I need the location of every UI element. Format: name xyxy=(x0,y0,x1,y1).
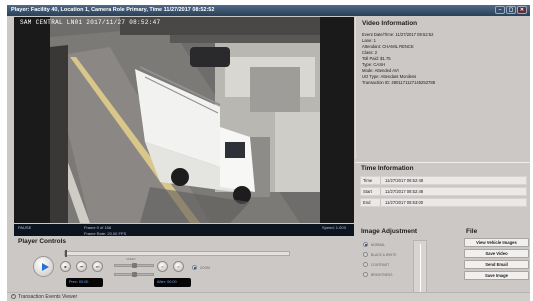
save-image-button[interactable]: Save Image xyxy=(464,271,529,280)
transaction-events-label: Transaction Events Viewer xyxy=(18,294,78,300)
step-forward-button[interactable]: ⏭ xyxy=(92,261,103,272)
player-controls-title: Player Controls xyxy=(18,238,67,245)
radio-contrast[interactable]: CONTRAST xyxy=(363,262,389,267)
close-button[interactable]: ✕ xyxy=(517,6,527,14)
adjustment-slider[interactable] xyxy=(413,240,427,296)
radio-dot-icon xyxy=(363,262,368,267)
step-back-button[interactable]: ⏮ xyxy=(76,261,87,272)
radio-normal[interactable]: NORMAL xyxy=(363,242,385,247)
radio-label: BLACK & WHITE xyxy=(371,252,397,257)
save-video-button[interactable]: Save Video xyxy=(464,249,529,258)
timeline-thumb[interactable] xyxy=(65,250,67,257)
view-vehicle-images-button[interactable]: View Vehicle Images xyxy=(464,238,529,247)
slider-track xyxy=(420,244,421,292)
video-information-lines: Event Date/Time: 11/27/2017 08:52:52 Lan… xyxy=(362,32,435,86)
image-adjustment-panel: Image Adjustment NORMAL BLACK & WHITE CO… xyxy=(355,226,460,296)
zoom-toggle[interactable]: ZOOM xyxy=(192,265,210,270)
maximize-button[interactable]: ▢ xyxy=(506,6,516,14)
radio-label: CONTRAST xyxy=(371,262,390,267)
player-window: SAM CENTRAL LN01 2017/11/27 08:52:47 PAU… xyxy=(7,16,530,296)
transaction-events-bar[interactable]: ⌃ Transaction Events Viewer xyxy=(7,292,530,301)
start-row-label: Start xyxy=(363,189,372,194)
fast-forward-button[interactable]: » xyxy=(173,261,184,272)
radio-brightness[interactable]: BRIGHTNESS xyxy=(363,272,392,277)
timeline-scrubber[interactable] xyxy=(64,250,290,257)
video-information-panel: Video Information Event Date/Time: 11/27… xyxy=(355,17,530,159)
video-information-title: Video Information xyxy=(362,20,418,27)
image-adjustment-title: Image Adjustment xyxy=(361,228,418,235)
time-row-label: Time xyxy=(363,178,373,183)
radio-black-white[interactable]: BLACK & WHITE xyxy=(363,252,396,257)
speed-slider[interactable] xyxy=(114,263,154,268)
frame-rate: Frame Rate: 20.00 FPS xyxy=(84,231,127,236)
speed-slider-knob[interactable] xyxy=(132,263,137,268)
send-email-button[interactable]: Send Email xyxy=(464,260,529,269)
start-row-value: 11/27/2017 08:52:48 xyxy=(380,188,423,195)
rewind-button[interactable]: « xyxy=(157,261,168,272)
time-information-panel: Time Information Time 11/27/2017 08:52:4… xyxy=(355,162,530,224)
end-row-label: End xyxy=(363,200,371,205)
after-counter: After: 00:00 xyxy=(154,278,191,287)
file-panel: File View Vehicle Images Save Video Send… xyxy=(462,226,530,292)
stop-button[interactable]: ■ xyxy=(60,261,71,272)
zoom-slider[interactable] xyxy=(114,272,154,277)
expand-icon[interactable]: ⌃ xyxy=(11,294,16,299)
playback-speed: Speed: 1.00X xyxy=(322,225,347,230)
radio-dot-icon xyxy=(363,272,368,277)
video-timestamp-overlay: SAM CENTRAL LN01 2017/11/27 08:52:47 xyxy=(20,19,161,26)
zoom-slider-knob[interactable] xyxy=(132,272,137,277)
radio-dot-icon xyxy=(363,252,368,257)
zoom-label: ZOOM xyxy=(200,265,210,270)
file-title: File xyxy=(466,228,478,235)
end-row-value: 11/27/2017 08:53:00 xyxy=(380,199,423,206)
prev-counter: Prev: 00:00 xyxy=(66,278,103,287)
zoom-dot-icon xyxy=(192,265,197,270)
end-row: End 11/27/2017 08:53:00 xyxy=(360,198,527,207)
speed-label: SPEED xyxy=(126,257,136,261)
time-information-title: Time Information xyxy=(361,165,414,172)
video-frame-image xyxy=(50,17,320,223)
time-row: Time 11/27/2017 08:52:48 xyxy=(360,176,527,185)
frame-counter: Frame 0 of 168 xyxy=(84,225,112,230)
radio-dot-icon xyxy=(363,242,368,247)
radio-label: NORMAL xyxy=(371,242,386,247)
radio-label: BRIGHTNESS xyxy=(371,272,393,277)
info-line: Transaction ID: 4801171127145252788 xyxy=(362,80,436,85)
play-state: PAUSE xyxy=(18,225,32,230)
window-title: Player: Facility 40, Location 1, Camera … xyxy=(11,7,215,13)
video-viewport[interactable]: SAM CENTRAL LN01 2017/11/27 08:52:47 xyxy=(14,17,354,223)
time-row-value: 11/27/2017 08:52:48 xyxy=(380,177,423,184)
start-row: Start 11/27/2017 08:52:48 xyxy=(360,187,527,196)
minimize-button[interactable]: – xyxy=(495,6,505,14)
playback-status-bar: PAUSE Frame 0 of 168 Frame Rate: 20.00 F… xyxy=(14,224,354,236)
player-controls-panel: Player Controls ■ ⏮ ⏭ SPEED « » ZOOM Pre… xyxy=(14,238,354,292)
play-button[interactable] xyxy=(33,256,54,277)
window-titlebar: Player: Facility 40, Location 1, Camera … xyxy=(7,5,530,16)
